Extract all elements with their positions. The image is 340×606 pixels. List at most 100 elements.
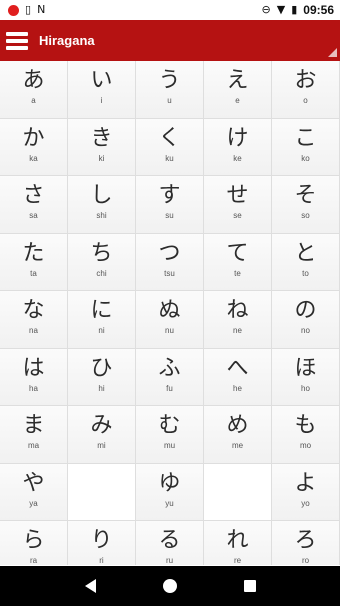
romaji-label: ya xyxy=(29,498,38,508)
kana-character: ま xyxy=(22,413,45,438)
home-button[interactable] xyxy=(155,571,185,601)
status-time: 09:56 xyxy=(303,3,334,17)
kana-character: か xyxy=(22,125,45,151)
kana-cell-mi[interactable]: み mi xyxy=(68,406,136,464)
kana-cell-ro[interactable]: ろ ro xyxy=(272,521,340,565)
kana-character: ろ xyxy=(294,528,317,553)
kana-cell-yo[interactable]: よ yo xyxy=(272,463,340,521)
kana-cell-ru[interactable]: る ru xyxy=(136,521,204,565)
kana-cell-ku[interactable]: く ku xyxy=(136,118,204,176)
dropdown-corner-icon xyxy=(328,48,337,57)
romaji-label: mu xyxy=(163,441,176,450)
battery-icon: ▮ xyxy=(291,3,298,16)
kana-cell-sa[interactable]: さ sa xyxy=(0,176,68,234)
romaji-label: nu xyxy=(165,326,174,335)
kana-character: と xyxy=(294,240,317,266)
romaji-label: ma xyxy=(27,441,40,450)
romaji-label: so xyxy=(301,211,310,220)
kana-character: け xyxy=(226,125,249,151)
back-button[interactable] xyxy=(75,571,105,601)
kana-cell-ka[interactable]: か ka xyxy=(0,118,68,176)
romaji-label: e xyxy=(235,96,240,105)
romaji-label: ru xyxy=(165,556,174,565)
kana-cell-fu[interactable]: ふ fu xyxy=(136,348,204,406)
romaji-label: to xyxy=(302,268,309,278)
kana-character: つ xyxy=(158,240,181,266)
kana-character: お xyxy=(294,68,317,93)
home-icon xyxy=(163,579,177,593)
kana-character: よ xyxy=(294,470,317,496)
kana-cell-i[interactable]: いi xyxy=(68,61,136,119)
romaji-label: me xyxy=(231,441,244,450)
kana-cell-mu[interactable]: む mu xyxy=(136,406,204,464)
romaji-label: mo xyxy=(299,441,312,450)
kana-cell-so[interactable]: そ so xyxy=(272,176,340,234)
kana-character: は xyxy=(22,355,45,381)
kana-cell-re[interactable]: れ re xyxy=(204,521,272,565)
romaji-label: mi xyxy=(97,441,106,450)
romaji-label: ho xyxy=(301,383,310,393)
recents-icon xyxy=(244,580,256,592)
romaji-label: yu xyxy=(165,498,174,508)
kana-cell-chi[interactable]: ち chi xyxy=(68,233,136,291)
kana-character: そ xyxy=(294,183,317,208)
kana-character: ぬ xyxy=(158,298,181,323)
wifi-icon: ▼ xyxy=(276,3,286,16)
kana-cell-na[interactable]: な na xyxy=(0,291,68,349)
kana-cell-ta[interactable]: た ta xyxy=(0,233,68,291)
kana-cell-e[interactable]: えe xyxy=(204,61,272,119)
kana-cell-ke[interactable]: け ke xyxy=(204,118,272,176)
romaji-label: yo xyxy=(301,498,310,508)
kana-cell-te[interactable]: て te xyxy=(204,233,272,291)
kana-cell-no[interactable]: の no xyxy=(272,291,340,349)
kana-character: め xyxy=(226,413,249,438)
kana-cell-ri[interactable]: り ri xyxy=(68,521,136,565)
kana-character: ち xyxy=(90,240,113,266)
status-bar-left: ▯ N xyxy=(8,4,45,16)
recents-button[interactable] xyxy=(235,571,265,601)
kana-cell-to[interactable]: と to xyxy=(272,233,340,291)
phone-icon: ▯ xyxy=(25,3,32,16)
hamburger-menu-icon[interactable] xyxy=(6,29,30,53)
kana-cell-a[interactable]: あa xyxy=(0,61,68,119)
kana-cell-ha[interactable]: は ha xyxy=(0,348,68,406)
kana-cell-su[interactable]: す su xyxy=(136,176,204,234)
kana-cell-he[interactable]: へ he xyxy=(204,348,272,406)
kana-cell-ho[interactable]: ほ ho xyxy=(272,348,340,406)
kana-character: の xyxy=(294,298,317,323)
kana-character: ひ xyxy=(90,355,113,381)
romaji-label: ni xyxy=(98,326,105,335)
kana-character: ら xyxy=(22,528,45,553)
notification-icon: N xyxy=(37,3,46,16)
romaji-label: ne xyxy=(233,326,242,335)
romaji-label: se xyxy=(233,211,242,220)
kana-cell-ma[interactable]: ま ma xyxy=(0,406,68,464)
kana-cell-ko[interactable]: こ ko xyxy=(272,118,340,176)
kana-character: く xyxy=(158,125,181,151)
kana-character: す xyxy=(158,183,181,208)
kana-cell-ne[interactable]: ね ne xyxy=(204,291,272,349)
kana-cell-ra[interactable]: ら ra xyxy=(0,521,68,565)
romaji-label: u xyxy=(167,96,172,105)
kana-cell-u[interactable]: うu xyxy=(136,61,204,119)
romaji-label: ra xyxy=(29,556,38,565)
romaji-label: ri xyxy=(99,556,104,565)
kana-cell-me[interactable]: め me xyxy=(204,406,272,464)
kana-cell-tsu[interactable]: つ tsu xyxy=(136,233,204,291)
kana-cell-se[interactable]: せ se xyxy=(204,176,272,234)
romaji-label: ki xyxy=(98,153,105,163)
kana-character: う xyxy=(158,68,181,93)
romaji-label: sa xyxy=(29,211,38,220)
kana-cell-shi[interactable]: し shi xyxy=(68,176,136,234)
kana-cell-mo[interactable]: も mo xyxy=(272,406,340,464)
kana-character: せ xyxy=(226,183,249,208)
kana-cell-o[interactable]: おo xyxy=(272,61,340,119)
romaji-label: na xyxy=(29,326,38,335)
kana-cell-ki[interactable]: き ki xyxy=(68,118,136,176)
kana-cell-yu[interactable]: ゆ yu xyxy=(136,463,204,521)
kana-cell-nu[interactable]: ぬ nu xyxy=(136,291,204,349)
kana-cell-ni[interactable]: に ni xyxy=(68,291,136,349)
status-bar: ▯ N ⊖ ▼ ▮ 09:56 xyxy=(0,0,340,20)
kana-cell-hi[interactable]: ひ hi xyxy=(68,348,136,406)
kana-cell-ya[interactable]: や ya xyxy=(0,463,68,521)
